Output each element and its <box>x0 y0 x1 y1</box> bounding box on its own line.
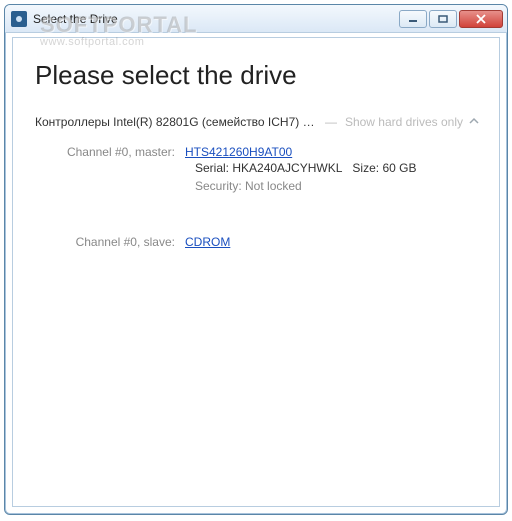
page-title: Please select the drive <box>35 60 481 91</box>
security-label: Security: <box>195 179 245 193</box>
controller-row: Контроллеры Intel(R) 82801G (семейство I… <box>35 115 481 129</box>
channel-label: Channel #0, master: <box>35 145 185 159</box>
close-button[interactable] <box>459 10 503 28</box>
minimize-button[interactable] <box>399 10 427 28</box>
security-value: Not locked <box>245 179 302 193</box>
window-frame: Select the Drive Please select the drive… <box>4 4 508 515</box>
size-value: 60 GB <box>382 161 416 175</box>
drive-details: Serial: HKA240AJCYHWKL Size: 60 GB Secur… <box>195 159 481 195</box>
client-area: Please select the drive Контроллеры Inte… <box>12 37 500 507</box>
drive-slave-block: Channel #0, slave: CDROM <box>35 235 481 249</box>
scroll-up-icon[interactable] <box>463 117 479 128</box>
titlebar[interactable]: Select the Drive <box>5 5 507 33</box>
serial-label: Serial: <box>195 161 232 175</box>
separator: — <box>317 115 345 129</box>
app-icon <box>11 11 27 27</box>
drive-link-master[interactable]: HTS421260H9AT00 <box>185 145 292 159</box>
size-label: Size: <box>352 161 382 175</box>
channel-label: Channel #0, slave: <box>35 235 185 249</box>
drive-link-slave[interactable]: CDROM <box>185 235 230 249</box>
serial-value: HKA240AJCYHWKL <box>232 161 342 175</box>
window-title: Select the Drive <box>33 12 118 26</box>
controller-name: Контроллеры Intel(R) 82801G (семейство I… <box>35 115 317 129</box>
show-hard-drives-only-link[interactable]: Show hard drives only <box>345 115 463 129</box>
drive-master-block: Channel #0, master: HTS421260H9AT00 Seri… <box>35 145 481 195</box>
window-buttons <box>399 10 503 28</box>
maximize-button[interactable] <box>429 10 457 28</box>
